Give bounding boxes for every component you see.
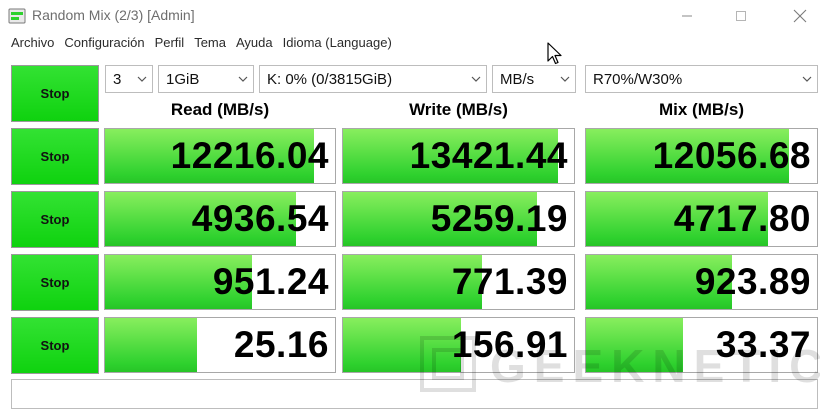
row-2-stop-button[interactable]: Stop bbox=[11, 191, 99, 248]
close-button[interactable] bbox=[777, 0, 823, 32]
row-1-write-value: 13421.44 bbox=[409, 135, 568, 176]
mix-ratio-select[interactable]: R70%/W30% bbox=[585, 65, 818, 93]
row-4-stop-button[interactable]: Stop bbox=[11, 317, 99, 374]
row-2-write-value: 5259.19 bbox=[430, 198, 568, 239]
drive-select[interactable]: K: 0% (0/3815GiB) bbox=[259, 65, 487, 93]
row-3-read-cell: 951.24 bbox=[104, 254, 336, 310]
chevron-down-icon bbox=[802, 76, 812, 82]
drive-value: K: 0% (0/3815GiB) bbox=[267, 71, 393, 88]
row-1-mix-value: 12056.68 bbox=[652, 135, 811, 176]
row-2-mix-value: 4717.80 bbox=[673, 198, 811, 239]
row-4-read-value: 25.16 bbox=[233, 324, 329, 365]
test-size-value: 1GiB bbox=[166, 71, 200, 88]
row-3-read-value: 951.24 bbox=[212, 261, 329, 302]
test-size-select[interactable]: 1GiB bbox=[158, 65, 254, 93]
row-3-mix-cell: 923.89 bbox=[585, 254, 818, 310]
unit-value: MB/s bbox=[500, 71, 535, 88]
chevron-down-icon bbox=[238, 76, 248, 82]
row-3-mix-value: 923.89 bbox=[694, 261, 811, 302]
watermark-text: GEEKNETIC bbox=[490, 340, 820, 392]
menu-tema[interactable]: Tema bbox=[189, 32, 231, 56]
window-title: Random Mix (2/3) [Admin] bbox=[32, 7, 195, 23]
title-bar: Random Mix (2/3) [Admin] bbox=[0, 0, 829, 32]
row-1-stop-button[interactable]: Stop bbox=[11, 128, 99, 185]
row-2-read-value: 4936.54 bbox=[191, 198, 329, 239]
mouse-cursor-icon bbox=[547, 42, 562, 65]
menu-configuracion[interactable]: Configuración bbox=[59, 32, 149, 56]
minimize-button[interactable] bbox=[664, 0, 710, 32]
write-header: Write (MB/s) bbox=[409, 100, 508, 119]
app-icon bbox=[8, 8, 26, 24]
row-2-write-cell: 5259.19 bbox=[342, 191, 575, 247]
all-stop-button[interactable]: Stop bbox=[11, 65, 99, 122]
mix-ratio-value: R70%/W30% bbox=[593, 71, 683, 88]
row-1-read-cell: 12216.04 bbox=[104, 128, 336, 184]
row-1-write-cell: 13421.44 bbox=[342, 128, 575, 184]
watermark-logo: GEEKNETIC bbox=[420, 336, 820, 392]
mix-header: Mix (MB/s) bbox=[659, 100, 744, 119]
menu-bar: Archivo Configuración Perfil Tema Ayuda … bbox=[0, 32, 829, 56]
test-count-select[interactable]: 3 bbox=[105, 65, 153, 93]
test-count-value: 3 bbox=[113, 71, 122, 88]
maximize-button[interactable] bbox=[718, 0, 764, 32]
close-icon bbox=[793, 9, 807, 23]
menu-archivo[interactable]: Archivo bbox=[6, 32, 59, 56]
menu-ayuda[interactable]: Ayuda bbox=[231, 32, 278, 56]
row-3-stop-button[interactable]: Stop bbox=[11, 254, 99, 311]
row-4-read-bar bbox=[105, 318, 197, 372]
row-3-write-value: 771.39 bbox=[451, 261, 568, 302]
menu-idioma[interactable]: Idioma (Language) bbox=[278, 32, 397, 56]
row-2-read-cell: 4936.54 bbox=[104, 191, 336, 247]
unit-select[interactable]: MB/s bbox=[492, 65, 576, 93]
row-4-read-cell: 25.16 bbox=[104, 317, 336, 373]
chevron-down-icon bbox=[560, 76, 570, 82]
minimize-icon bbox=[682, 15, 692, 17]
read-header: Read (MB/s) bbox=[170, 100, 270, 119]
chevron-down-icon bbox=[471, 76, 481, 82]
menu-perfil[interactable]: Perfil bbox=[150, 32, 190, 56]
maximize-icon bbox=[736, 11, 746, 21]
row-1-mix-cell: 12056.68 bbox=[585, 128, 818, 184]
row-2-mix-cell: 4717.80 bbox=[585, 191, 818, 247]
row-1-read-value: 12216.04 bbox=[170, 135, 329, 176]
row-3-write-cell: 771.39 bbox=[342, 254, 575, 310]
chevron-down-icon bbox=[137, 76, 147, 82]
